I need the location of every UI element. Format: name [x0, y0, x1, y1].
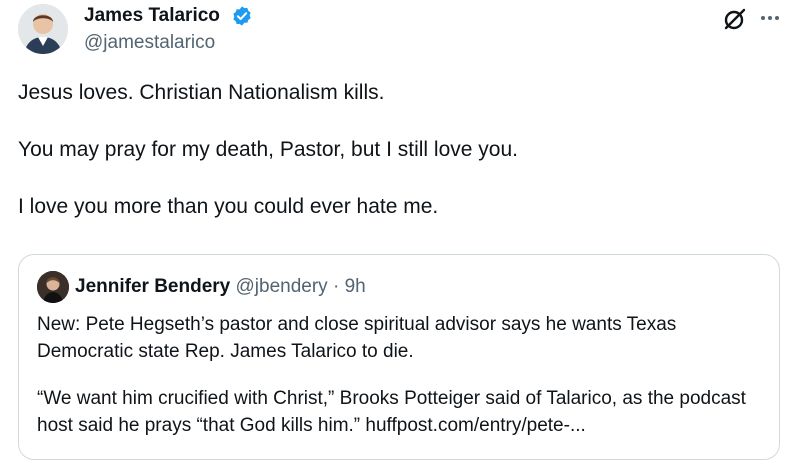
quote-tweet-card[interactable]: Jennifer Bendery @jbendery · 9h New: Pet…	[18, 254, 780, 460]
grok-icon[interactable]	[722, 6, 748, 32]
tweet-text: Jesus loves. Christian Nationalism kills…	[18, 78, 778, 249]
tweet-paragraph: I love you more than you could ever hate…	[18, 195, 439, 218]
quote-timestamp[interactable]: 9h	[345, 276, 366, 297]
quote-author-handle[interactable]: @jbendery	[236, 276, 328, 297]
quote-paragraph: New: Pete Hegseth’s pastor and close spi…	[37, 314, 677, 362]
verified-badge-icon	[233, 6, 251, 26]
author-avatar[interactable]	[18, 4, 68, 54]
quote-header: Jennifer Bendery @jbendery · 9h	[75, 275, 366, 299]
quote-author-name[interactable]: Jennifer Bendery	[75, 276, 230, 297]
author-handle[interactable]: @jamestalarico	[84, 31, 215, 55]
quote-paragraph: “We want him crucified with Christ,” Bro…	[37, 388, 746, 436]
quote-separator: ·	[332, 276, 340, 297]
more-icon[interactable]	[758, 8, 782, 28]
quote-author-avatar[interactable]	[37, 271, 69, 303]
author-name[interactable]: James Talarico	[84, 4, 220, 28]
tweet-paragraph: You may pray for my death, Pastor, but I…	[18, 138, 518, 161]
quote-text: New: Pete Hegseth’s pastor and close spi…	[37, 311, 767, 459]
tweet-paragraph: Jesus loves. Christian Nationalism kills…	[18, 81, 385, 104]
